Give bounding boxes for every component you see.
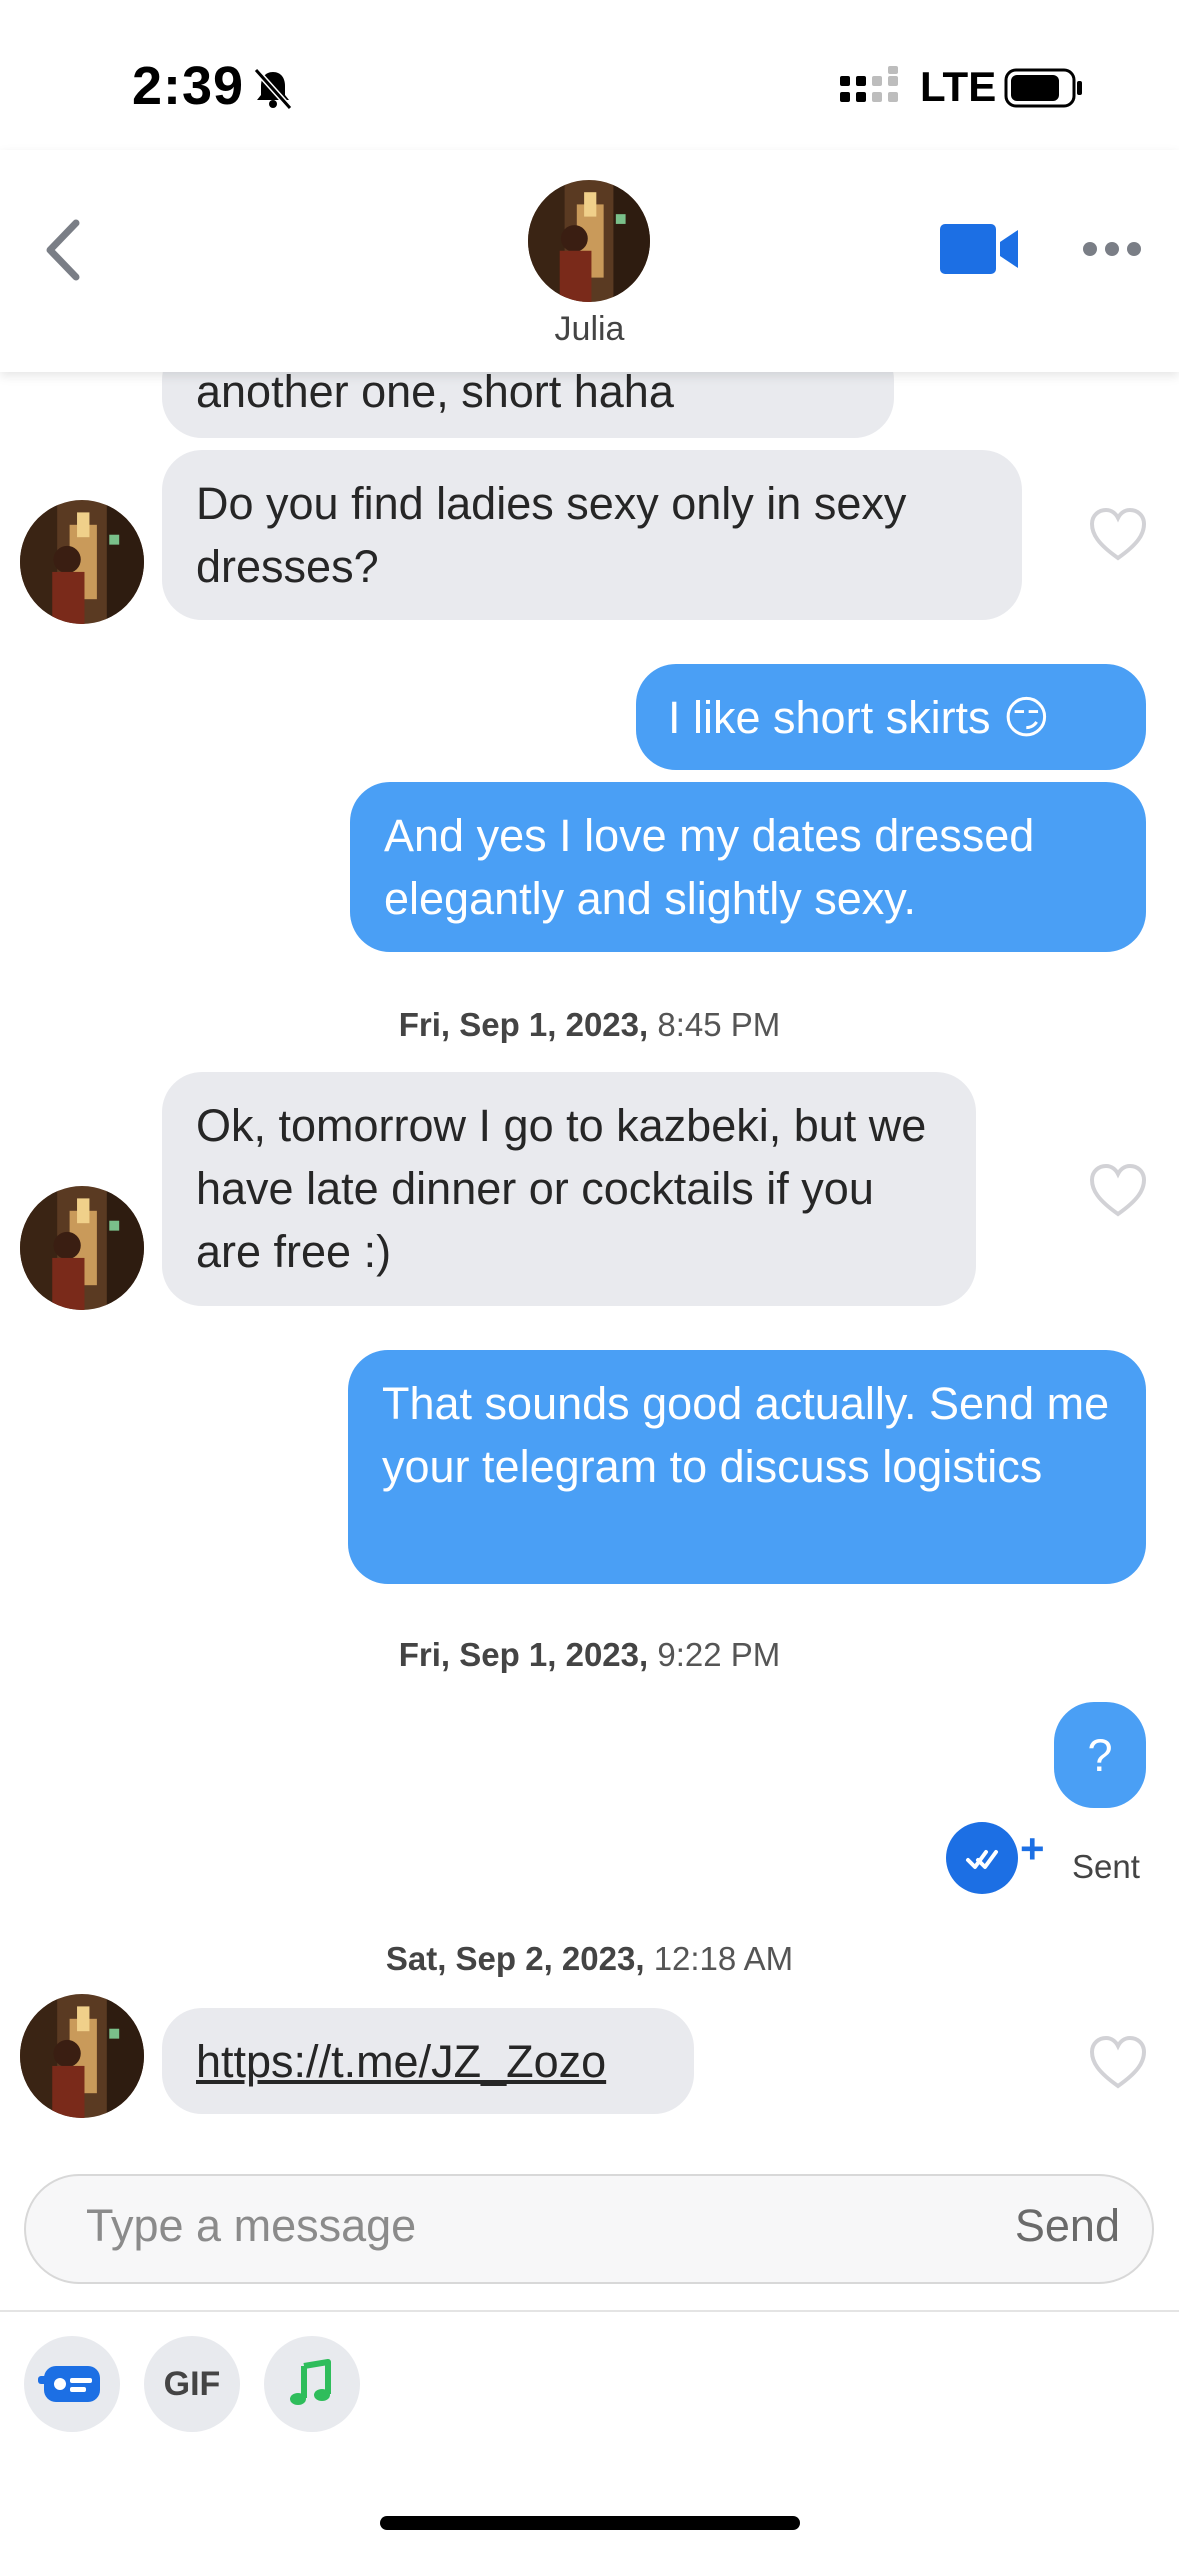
message-text: I like short skirts 😏 bbox=[668, 692, 1050, 743]
delivery-status: Sent bbox=[1072, 1848, 1140, 1885]
gif-button[interactable]: GIF bbox=[144, 2336, 240, 2432]
timestamp-date: Fri, Sep 1, 2023, bbox=[398, 1636, 649, 1673]
timestamp-date: Fri, Sep 1, 2023, bbox=[398, 1006, 649, 1043]
contact-name[interactable]: Julia bbox=[0, 310, 1179, 349]
heart-icon[interactable] bbox=[1088, 1162, 1148, 1218]
message-bubble[interactable]: ? bbox=[1054, 1702, 1146, 1808]
heart-icon[interactable] bbox=[1088, 2034, 1148, 2090]
clock: 2:39 bbox=[132, 56, 245, 116]
music-note-icon bbox=[290, 2359, 331, 2405]
message-text: And yes I love my dates dressed elegantl… bbox=[384, 810, 1035, 924]
avatar-image bbox=[20, 500, 144, 624]
message-input[interactable]: Type a message bbox=[86, 2200, 416, 2252]
send-button[interactable]: Send bbox=[1015, 2200, 1120, 2252]
contact-avatar[interactable] bbox=[20, 1994, 144, 2118]
card-icon bbox=[38, 2366, 100, 2402]
timestamp-time: 9:22 PM bbox=[657, 1636, 781, 1673]
signal-icon bbox=[840, 66, 898, 102]
message-bubble[interactable]: Ok, tomorrow I go to kazbeki, but we hav… bbox=[162, 1072, 976, 1306]
video-call-icon[interactable] bbox=[938, 220, 1022, 278]
header-avatar[interactable] bbox=[528, 180, 650, 302]
message-text: That sounds good actually. Send me your … bbox=[382, 1378, 1110, 1492]
contact-avatar[interactable] bbox=[20, 1186, 144, 1310]
heart-icon[interactable] bbox=[1088, 506, 1148, 562]
status-bar: 2:39 LTE bbox=[0, 0, 1179, 150]
card-button[interactable] bbox=[24, 2336, 120, 2432]
contact-avatar[interactable] bbox=[20, 500, 144, 624]
back-chevron-icon[interactable] bbox=[38, 215, 88, 285]
message-bubble[interactable]: Do you find ladies sexy only in sexy dre… bbox=[162, 450, 1022, 620]
avatar-image bbox=[20, 1186, 144, 1310]
timestamp-time: 12:18 AM bbox=[653, 1940, 794, 1977]
avatar-image bbox=[528, 180, 650, 302]
telegram-link[interactable]: https://t.me/JZ_Zozo bbox=[196, 2030, 660, 2093]
message-text: ? bbox=[1087, 1730, 1113, 1781]
music-button[interactable] bbox=[264, 2336, 360, 2432]
network-label: LTE bbox=[920, 63, 997, 110]
more-icon[interactable] bbox=[1080, 238, 1144, 260]
message-text: Ok, tomorrow I go to kazbeki, but we hav… bbox=[196, 1100, 927, 1277]
timestamp: Sat, Sep 2, 2023, 12:18 AM bbox=[0, 1940, 1179, 1978]
message-text: Do you find ladies sexy only in sexy dre… bbox=[196, 478, 907, 592]
message-composer[interactable]: Type a message Send bbox=[24, 2174, 1154, 2284]
timestamp-time: 8:45 PM bbox=[657, 1006, 781, 1043]
timestamp: Fri, Sep 1, 2023, 9:22 PM bbox=[0, 1636, 1179, 1674]
plus-icon[interactable]: + bbox=[1020, 1828, 1045, 1870]
chat-header: Julia bbox=[0, 150, 1179, 372]
home-indicator[interactable] bbox=[380, 2516, 800, 2530]
message-bubble[interactable]: And yes I love my dates dressed elegantl… bbox=[350, 782, 1146, 952]
timestamp: Fri, Sep 1, 2023, 8:45 PM bbox=[0, 1006, 1179, 1044]
message-bubble[interactable]: I like short skirts 😏 bbox=[636, 664, 1146, 770]
battery-icon bbox=[1004, 68, 1082, 108]
message-bubble[interactable]: That sounds good actually. Send me your … bbox=[348, 1350, 1146, 1584]
toolbar-divider bbox=[0, 2310, 1179, 2312]
message-bubble[interactable]: https://t.me/JZ_Zozo bbox=[162, 2008, 694, 2114]
gif-label: GIF bbox=[163, 2365, 221, 2403]
timestamp-date: Sat, Sep 2, 2023, bbox=[385, 1940, 645, 1977]
avatar-image bbox=[20, 1994, 144, 2118]
double-check-icon bbox=[946, 1822, 1018, 1894]
bell-muted-icon bbox=[253, 67, 293, 111]
